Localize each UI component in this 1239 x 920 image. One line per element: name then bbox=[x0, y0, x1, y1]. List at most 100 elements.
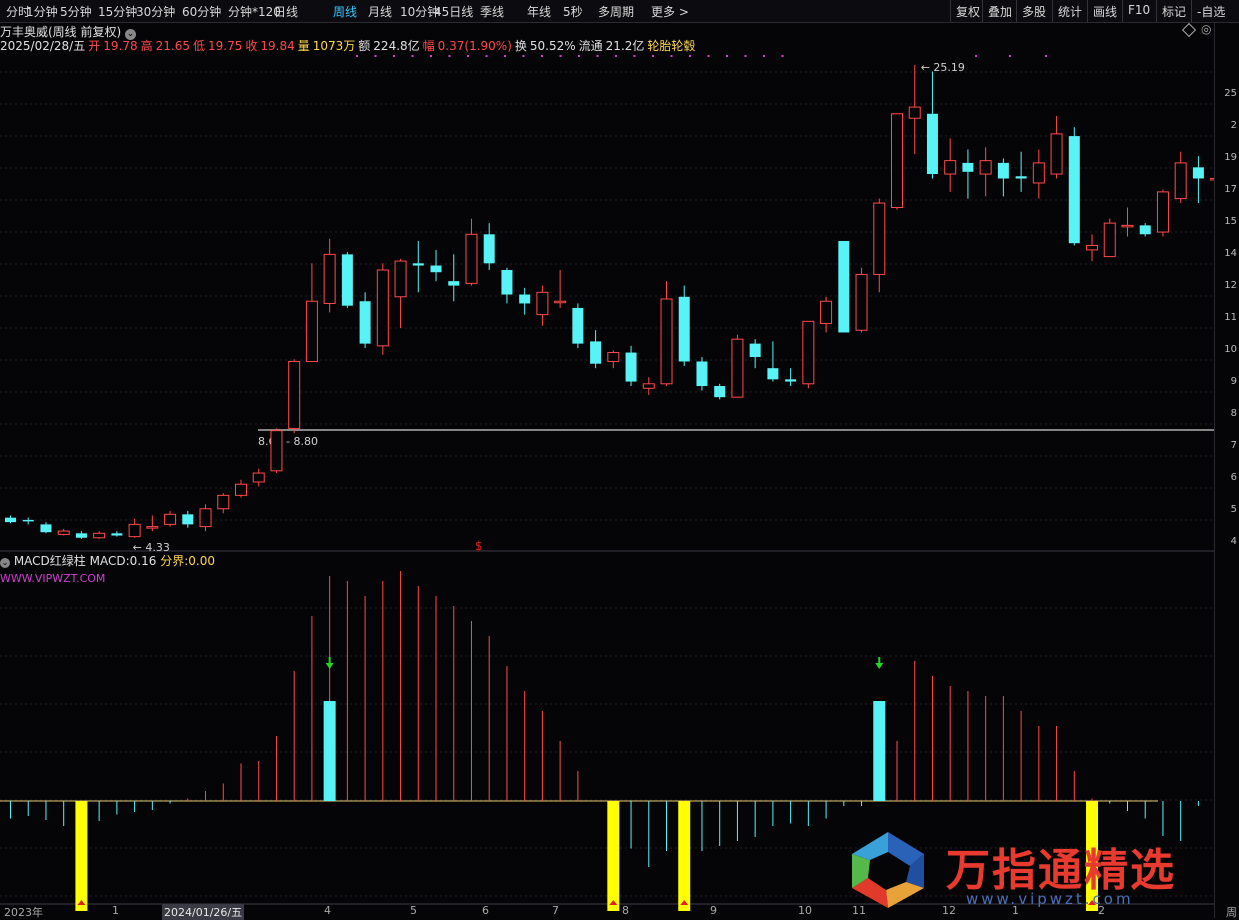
candle-body bbox=[590, 341, 602, 364]
dot-marker bbox=[744, 55, 747, 57]
candle-body bbox=[501, 269, 513, 295]
candle-body bbox=[288, 360, 301, 429]
dot-marker bbox=[411, 55, 414, 57]
candle-body bbox=[714, 386, 726, 398]
fen-value: 0.00 bbox=[188, 554, 215, 568]
candle-body bbox=[1174, 162, 1187, 200]
watermark-url: www.vipwzt.com bbox=[966, 890, 1134, 908]
candle-body bbox=[554, 300, 567, 304]
candle-body bbox=[359, 301, 371, 344]
price-tick-label: 11 bbox=[1224, 312, 1237, 323]
candle-body bbox=[1103, 222, 1116, 258]
dot-marker bbox=[763, 55, 765, 57]
dot-marker bbox=[670, 55, 673, 57]
dot-marker bbox=[356, 55, 358, 57]
macd-value: 0.16 bbox=[129, 554, 157, 568]
dot-marker bbox=[633, 55, 636, 57]
candle-body bbox=[660, 298, 673, 385]
price-tick-label: 9 bbox=[1230, 376, 1237, 387]
signal-bar-cyan bbox=[323, 701, 336, 801]
time-tick-label: 8 bbox=[622, 904, 629, 917]
price-tick-label: 14 bbox=[1224, 248, 1237, 259]
indicator-name[interactable]: MACD红绿柱 bbox=[14, 554, 86, 568]
dot-marker bbox=[467, 55, 469, 57]
candle-body bbox=[572, 307, 584, 344]
time-tick-label: 9 bbox=[710, 904, 717, 917]
candle-body bbox=[111, 533, 123, 536]
price-tick-label: 7 bbox=[1230, 440, 1237, 451]
sell-arrow-icon bbox=[875, 657, 884, 669]
max-price-label: ← 25.19 bbox=[921, 61, 965, 74]
price-tick-label: 15 bbox=[1224, 216, 1237, 227]
candle-body bbox=[448, 281, 460, 286]
dot-marker bbox=[781, 55, 784, 57]
time-tick-label: 10 bbox=[798, 904, 812, 917]
signal-mark: $ bbox=[475, 539, 483, 553]
dot-marker bbox=[541, 55, 543, 57]
candle-body bbox=[199, 508, 212, 528]
candle-body bbox=[820, 300, 833, 325]
price-axis: 25 2 19 17 15 14 12 11 10 9 8 7 6 5 4 bbox=[1214, 22, 1239, 918]
candle-body bbox=[926, 113, 938, 175]
candle-body bbox=[767, 368, 779, 380]
candle-body bbox=[802, 320, 815, 385]
time-tick-label: 1 bbox=[112, 904, 119, 917]
dot-marker bbox=[726, 55, 728, 57]
dot-marker bbox=[448, 55, 451, 57]
signal-bar-yellow bbox=[607, 801, 620, 911]
price-tick-label: 4 bbox=[1230, 536, 1237, 547]
price-tick-label: 25 bbox=[1224, 88, 1237, 99]
kline-chart[interactable]: 8.68 - 8.80← 25.19← 4.33 $ bbox=[0, 0, 1215, 918]
price-tick-label: 19 bbox=[1224, 152, 1237, 163]
price-tick-label: 5 bbox=[1230, 504, 1237, 515]
candle-body bbox=[962, 162, 974, 172]
candle-body bbox=[731, 338, 744, 398]
candle-body bbox=[128, 523, 141, 538]
candle-body bbox=[873, 202, 886, 275]
candle-body bbox=[1139, 225, 1151, 235]
candle-body bbox=[536, 291, 549, 316]
dot-marker bbox=[596, 55, 599, 57]
candle-body bbox=[1032, 162, 1045, 184]
candle-body bbox=[93, 532, 106, 539]
candle-body bbox=[908, 106, 921, 119]
dot-marker bbox=[975, 55, 977, 57]
price-tick-label: 17 bbox=[1224, 184, 1237, 195]
candle-body bbox=[412, 263, 424, 266]
candle-body bbox=[642, 383, 655, 389]
dropdown-icon[interactable]: ⌄ bbox=[0, 558, 10, 568]
price-tick-label: 12 bbox=[1224, 280, 1237, 291]
sell-arrow-icon bbox=[325, 657, 334, 669]
time-tick-label: 6 bbox=[482, 904, 489, 917]
price-tick-label: 8 bbox=[1230, 408, 1237, 419]
candle-body bbox=[785, 379, 797, 382]
dot-marker bbox=[615, 55, 617, 57]
candle-body bbox=[146, 526, 159, 529]
candle-body bbox=[394, 260, 407, 298]
candle-body bbox=[341, 254, 353, 306]
time-tick-label: 7 bbox=[552, 904, 559, 917]
candle-body bbox=[838, 240, 850, 333]
dot-marker bbox=[430, 55, 432, 57]
candle-body bbox=[519, 294, 531, 304]
candle-body bbox=[1050, 133, 1063, 175]
dot-marker bbox=[1045, 55, 1047, 57]
dot-marker bbox=[578, 55, 580, 57]
dot-marker bbox=[522, 55, 525, 57]
dot-marker bbox=[1009, 55, 1011, 57]
candle-body bbox=[252, 472, 265, 483]
candle-body bbox=[944, 160, 957, 175]
candle-body bbox=[1156, 191, 1169, 233]
candle-body bbox=[1121, 224, 1134, 228]
candle-body bbox=[57, 530, 70, 535]
price-tick-label: 2 bbox=[1230, 120, 1237, 131]
candle-body bbox=[1086, 244, 1099, 251]
dot-marker bbox=[504, 55, 506, 57]
watermark: 万指通精选 www.vipwzt.com bbox=[838, 826, 1218, 912]
candle-body bbox=[678, 296, 690, 362]
dot-marker bbox=[393, 55, 395, 57]
candle-body bbox=[749, 343, 761, 358]
candle-body bbox=[376, 269, 389, 347]
candle-body bbox=[855, 273, 868, 331]
candle-body bbox=[5, 517, 16, 523]
